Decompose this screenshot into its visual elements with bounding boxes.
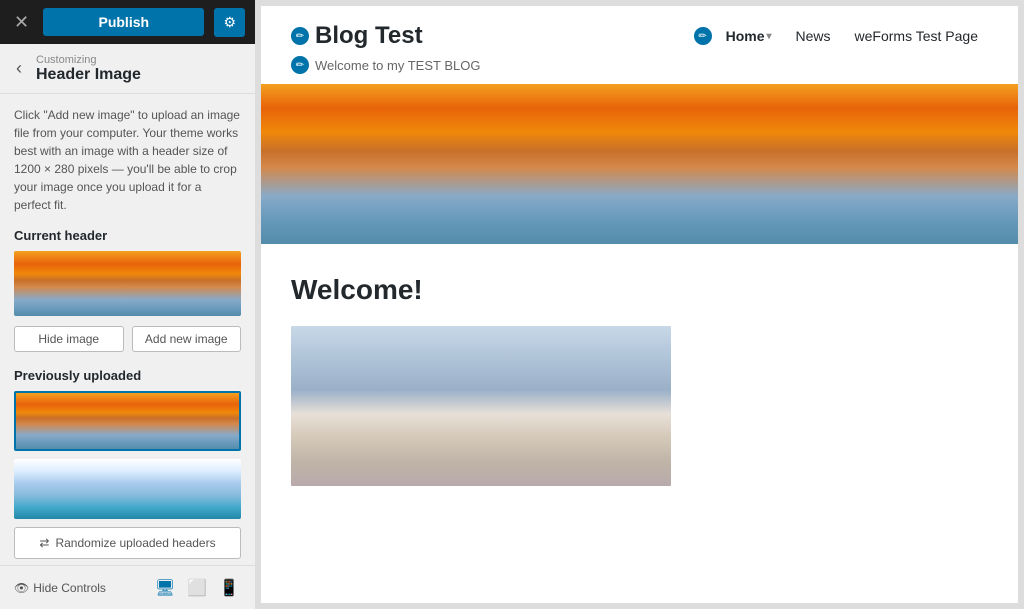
nav-weforms-link[interactable]: weForms Test Page: [845, 22, 988, 50]
hero-image: [261, 84, 1018, 244]
preview-panel: ✏ Blog Test ✏ Home ▾ News weForms Test P…: [255, 0, 1024, 609]
preview-frame: ✏ Blog Test ✏ Home ▾ News weForms Test P…: [261, 6, 1018, 603]
randomize-label: Randomize uploaded headers: [55, 536, 215, 550]
add-new-image-button[interactable]: Add new image: [132, 326, 242, 352]
publish-button[interactable]: Publish: [43, 8, 204, 36]
nav-home-link[interactable]: Home ▾: [716, 22, 782, 50]
site-tagline: ✏ Welcome to my TEST BLOG: [291, 56, 988, 74]
image-action-buttons: Hide image Add new image: [14, 326, 241, 352]
bottom-bar: 👁 Hide Controls 🖥 ⬜ 📱: [0, 565, 255, 609]
nav-bar: ‹ Customizing Header Image: [0, 44, 255, 94]
nav-home-label: Home: [726, 28, 765, 44]
left-panel: ✕ Publish ⚙ ‹ Customizing Header Image C…: [0, 0, 255, 609]
nav-edit-icon[interactable]: ✏: [694, 27, 712, 45]
settings-button[interactable]: ⚙: [214, 8, 245, 37]
desktop-device-button[interactable]: 🖥: [153, 576, 177, 600]
statue-image: [291, 326, 671, 486]
tagline-edit-icon[interactable]: ✏: [291, 56, 309, 74]
randomize-icon: ⇄: [39, 536, 49, 550]
prev-thumb-1[interactable]: [14, 391, 241, 451]
site-title-group: ✏ Blog Test: [291, 22, 423, 50]
previously-uploaded-label: Previously uploaded: [14, 368, 241, 383]
prev-thumb-2[interactable]: [14, 459, 241, 519]
tagline-text: Welcome to my TEST BLOG: [315, 58, 480, 73]
chevron-down-icon: ▾: [766, 31, 771, 42]
current-header-label: Current header: [14, 228, 241, 243]
site-title: Blog Test: [315, 22, 423, 50]
hide-controls-label: Hide Controls: [33, 581, 106, 595]
nav-titles: Customizing Header Image: [36, 54, 141, 84]
description-text: Click "Add new image" to upload an image…: [14, 106, 241, 214]
site-title-row: ✏ Blog Test ✏ Home ▾ News weForms Test P…: [291, 22, 988, 50]
hide-controls-button[interactable]: 👁 Hide Controls: [14, 581, 106, 595]
back-button[interactable]: ‹: [10, 56, 28, 81]
mobile-device-button[interactable]: 📱: [217, 576, 241, 600]
tablet-device-button[interactable]: ⬜: [185, 576, 209, 600]
device-icons: 🖥 ⬜ 📱: [153, 576, 241, 600]
current-header-image: [14, 251, 241, 316]
panel-content: Click "Add new image" to upload an image…: [0, 94, 255, 565]
randomize-button[interactable]: ⇄ Randomize uploaded headers: [14, 527, 241, 559]
welcome-heading: Welcome!: [291, 274, 988, 306]
site-title-edit-icon[interactable]: ✏: [291, 27, 309, 45]
panel-title: Header Image: [36, 66, 141, 84]
top-bar: ✕ Publish ⚙: [0, 0, 255, 44]
eye-icon: 👁: [14, 581, 29, 595]
close-button[interactable]: ✕: [10, 9, 33, 35]
hide-image-button[interactable]: Hide image: [14, 326, 124, 352]
nav-menu: ✏ Home ▾ News weForms Test Page: [694, 22, 988, 50]
customizing-label: Customizing: [36, 54, 141, 66]
main-content: Welcome!: [261, 244, 1018, 603]
nav-news-link[interactable]: News: [786, 22, 841, 50]
site-header: ✏ Blog Test ✏ Home ▾ News weForms Test P…: [261, 6, 1018, 84]
